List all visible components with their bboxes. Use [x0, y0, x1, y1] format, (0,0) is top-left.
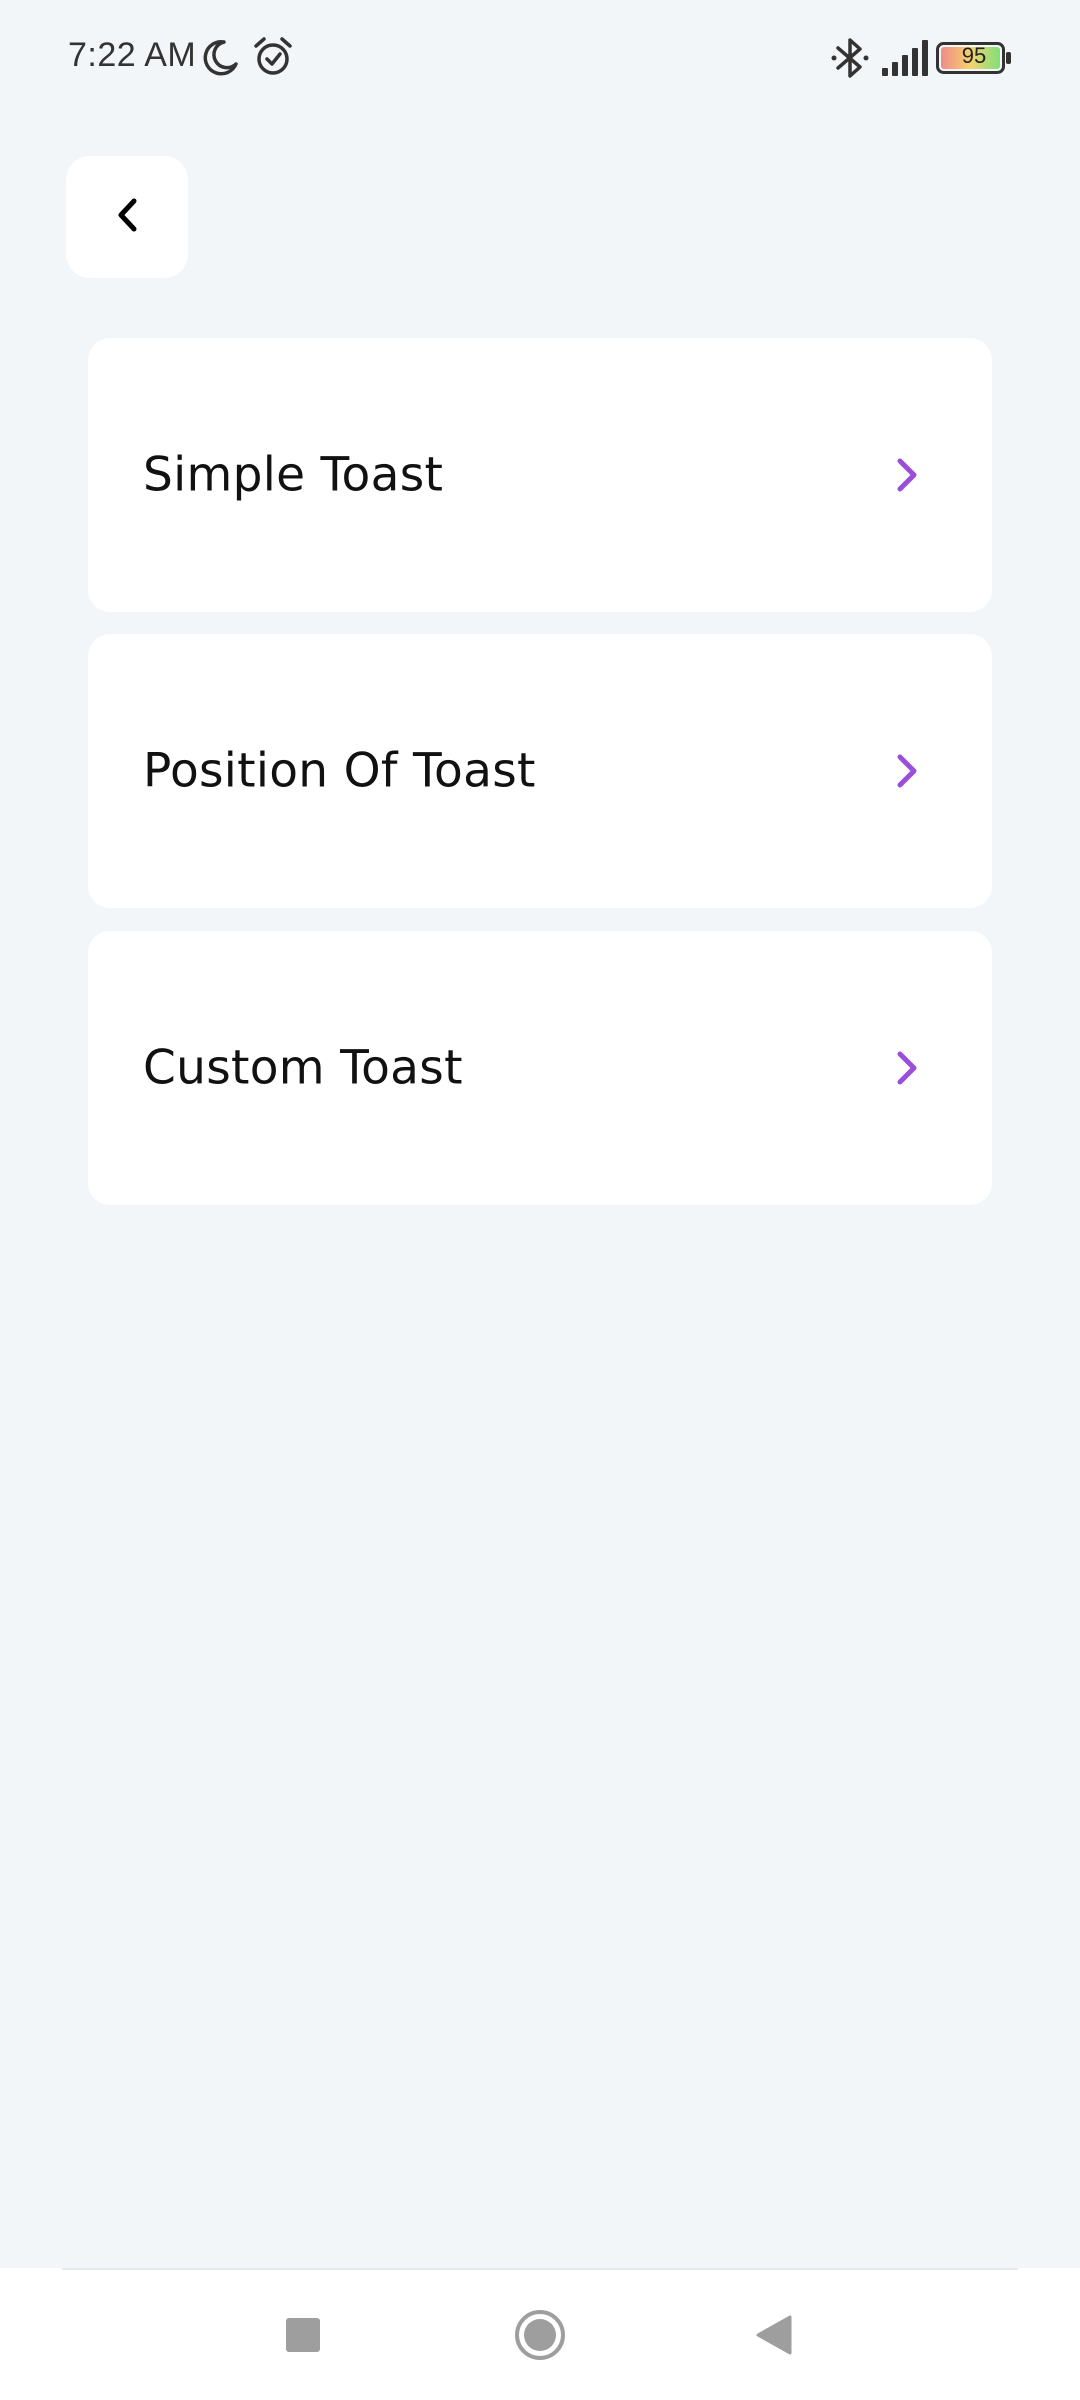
- menu-item-label: Simple Toast: [143, 447, 444, 503]
- chevron-right-icon: [892, 455, 922, 495]
- menu-item-label: Position Of Toast: [143, 743, 536, 799]
- circle-icon: [515, 2310, 565, 2360]
- status-time: 7:22 AM: [68, 36, 197, 74]
- menu-item-custom-toast[interactable]: Custom Toast: [88, 931, 992, 1205]
- home-button[interactable]: [514, 2309, 566, 2365]
- chevron-right-icon: [892, 1048, 922, 1088]
- alarm-icon: [252, 36, 294, 82]
- chevron-left-icon: [112, 195, 142, 239]
- nav-back-button[interactable]: [754, 2314, 794, 2360]
- menu-item-position-of-toast[interactable]: Position Of Toast: [88, 634, 992, 908]
- moon-icon: [200, 38, 240, 82]
- square-icon: [286, 2318, 320, 2352]
- chevron-right-icon: [892, 751, 922, 791]
- battery-level: 95: [961, 43, 987, 68]
- status-bar: 7:22 AM 95: [0, 0, 1080, 120]
- bluetooth-icon: [830, 36, 870, 84]
- triangle-back-icon: [756, 2315, 792, 2355]
- menu-item-label: Custom Toast: [143, 1040, 463, 1096]
- recents-button[interactable]: [284, 2316, 322, 2358]
- signal-icon: [880, 40, 930, 80]
- menu-item-simple-toast[interactable]: Simple Toast: [88, 338, 992, 612]
- back-button[interactable]: [66, 156, 188, 278]
- nav-divider: [62, 2268, 1018, 2270]
